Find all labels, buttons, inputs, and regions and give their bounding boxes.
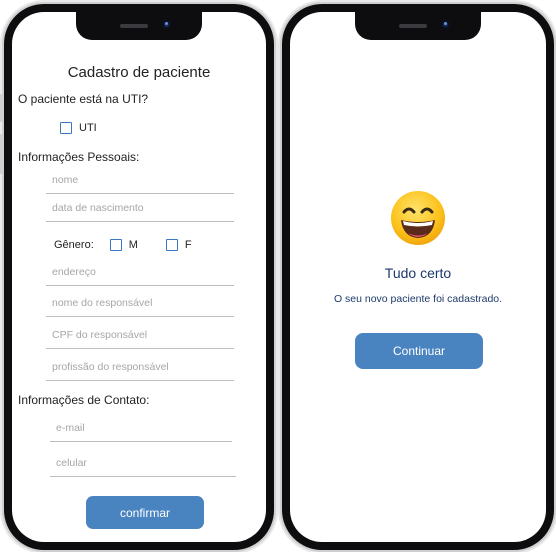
birthdate-field[interactable]: data de nascimento <box>46 198 234 222</box>
volume-button <box>0 94 3 122</box>
continue-button[interactable]: Continuar <box>355 333 483 369</box>
camera-icon <box>441 20 450 29</box>
speaker-icon <box>120 24 148 28</box>
phone-frame-registration: Cadastro de paciente O paciente está na … <box>0 4 274 550</box>
camera-icon <box>162 20 171 29</box>
volume-button <box>0 134 3 174</box>
uti-checkbox-row[interactable]: UTI <box>60 122 97 134</box>
email-field[interactable]: e-mail <box>50 418 232 442</box>
gender-f-checkbox[interactable] <box>165 239 178 251</box>
registration-screen: Cadastro de paciente O paciente está na … <box>12 12 266 542</box>
phone-field[interactable]: celular <box>50 453 236 477</box>
success-message: O seu novo paciente foi cadastrado. <box>333 293 503 305</box>
address-field[interactable]: endereço <box>46 262 234 286</box>
patient-form: Cadastro de paciente O paciente está na … <box>12 12 266 542</box>
gender-m-checkbox[interactable] <box>109 239 122 251</box>
page-title: Cadastro de paciente <box>67 64 211 81</box>
uti-question-label: O paciente está na UTI? <box>18 92 149 106</box>
notch <box>76 12 202 40</box>
gender-label: Gênero: <box>54 239 94 251</box>
personal-info-heading: Informações Pessoais: <box>18 150 140 164</box>
uti-checkbox-label: UTI <box>79 122 97 134</box>
guardian-name-field[interactable]: nome do responsável <box>46 293 234 317</box>
guardian-job-field[interactable]: profissão do responsável <box>46 357 234 381</box>
contact-info-heading: Informações de Contato: <box>18 393 150 407</box>
speaker-icon <box>399 24 427 28</box>
guardian-cpf-field[interactable]: CPF do responsável <box>46 325 234 349</box>
uti-checkbox[interactable] <box>60 122 72 134</box>
phone-frame-success: Tudo certo O seu novo paciente foi cadas… <box>282 4 554 550</box>
success-screen: Tudo certo O seu novo paciente foi cadas… <box>290 12 546 542</box>
success-title: Tudo certo <box>384 265 452 281</box>
notch <box>355 12 481 40</box>
gender-f-label: F <box>184 239 192 251</box>
name-field[interactable]: nome <box>46 170 234 194</box>
gender-row: Gênero: M F <box>54 239 192 251</box>
confirm-button[interactable]: confirmar <box>86 496 204 529</box>
grinning-face-icon <box>390 190 446 246</box>
gender-m-label: M <box>128 239 138 251</box>
